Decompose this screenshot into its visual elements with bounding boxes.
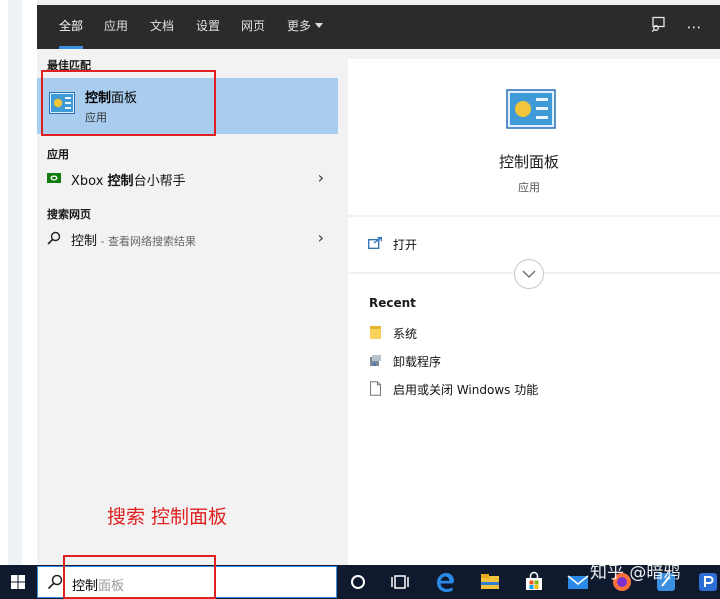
preview-title: 控制面板: [498, 153, 559, 171]
task-view-icon[interactable]: [388, 570, 412, 594]
annotation-text: 搜索 控制面板: [107, 506, 228, 528]
recent-item-label: 系统: [393, 327, 418, 341]
watermark: 知乎 @暗鸦: [590, 563, 681, 583]
control-panel-icon: [506, 89, 556, 129]
tab-more-label: 更多: [287, 19, 312, 33]
programs-icon: [370, 355, 381, 366]
app-result-bold: 控制: [107, 174, 134, 189]
more-options-icon[interactable]: ⋯: [683, 16, 705, 38]
background-window-edge: [8, 0, 22, 565]
pinned-app-p-icon[interactable]: [697, 570, 720, 594]
mail-icon[interactable]: [566, 570, 590, 594]
app-result-label: Xbox 控制台小帮手: [71, 170, 186, 189]
windows-logo-icon: [11, 575, 25, 589]
app-result-rest: 台小帮手: [133, 174, 186, 189]
section-apps: 应用: [47, 148, 69, 161]
divider: [348, 215, 720, 217]
chevron-down-icon: [522, 270, 536, 278]
document-icon: [370, 381, 381, 396]
start-button[interactable]: [0, 565, 37, 599]
filter-tab-bar: 全部 应用 文档 设置 网页 更多 ⋯: [37, 5, 720, 49]
annotation-box-best-match: [41, 70, 216, 136]
expand-button[interactable]: [514, 259, 544, 289]
recent-item-label: 启用或关闭 Windows 功能: [393, 383, 539, 397]
annotation-box-search: [63, 555, 216, 599]
tab-apps[interactable]: 应用: [104, 5, 128, 49]
chevron-down-icon: [315, 23, 324, 28]
web-result-control[interactable]: 控制 - 查看网络搜索结果 ›: [37, 223, 338, 253]
tab-settings[interactable]: 设置: [196, 5, 220, 49]
app-result-prefix: Xbox: [71, 174, 108, 189]
tab-all[interactable]: 全部: [59, 5, 84, 49]
tab-web[interactable]: 网页: [241, 5, 265, 49]
web-result-query: 控制: [71, 234, 98, 249]
search-icon: [47, 574, 63, 590]
search-icon: [47, 231, 61, 245]
recent-item-label: 卸载程序: [393, 355, 442, 369]
edge-browser-icon[interactable]: [433, 570, 457, 594]
preview-subtitle: 应用: [518, 181, 540, 194]
tab-more[interactable]: 更多: [287, 5, 324, 49]
tab-documents[interactable]: 文档: [150, 5, 174, 49]
desktop-background: [0, 0, 37, 565]
app-result-xbox[interactable]: Xbox 控制台小帮手 ›: [37, 163, 338, 193]
open-icon: [368, 237, 382, 249]
chevron-right-icon[interactable]: ›: [318, 168, 324, 187]
section-web: 搜索网页: [47, 208, 91, 221]
web-result-label: 控制 - 查看网络搜索结果: [71, 230, 196, 249]
preview-pane: 控制面板 应用 打开 Recent 系统 卸载程序 启用或关闭 Windows …: [348, 59, 720, 565]
folder-icon: [370, 326, 381, 339]
open-action-label: 打开: [393, 238, 418, 252]
web-result-hint: - 查看网络搜索结果: [97, 235, 196, 248]
file-explorer-icon[interactable]: [478, 570, 502, 594]
cortana-icon[interactable]: [346, 570, 370, 594]
feedback-icon[interactable]: [647, 16, 669, 38]
recent-header: Recent: [369, 296, 416, 310]
chevron-right-icon[interactable]: ›: [318, 228, 324, 247]
store-icon[interactable]: [522, 570, 546, 594]
xbox-app-icon: [47, 173, 61, 183]
